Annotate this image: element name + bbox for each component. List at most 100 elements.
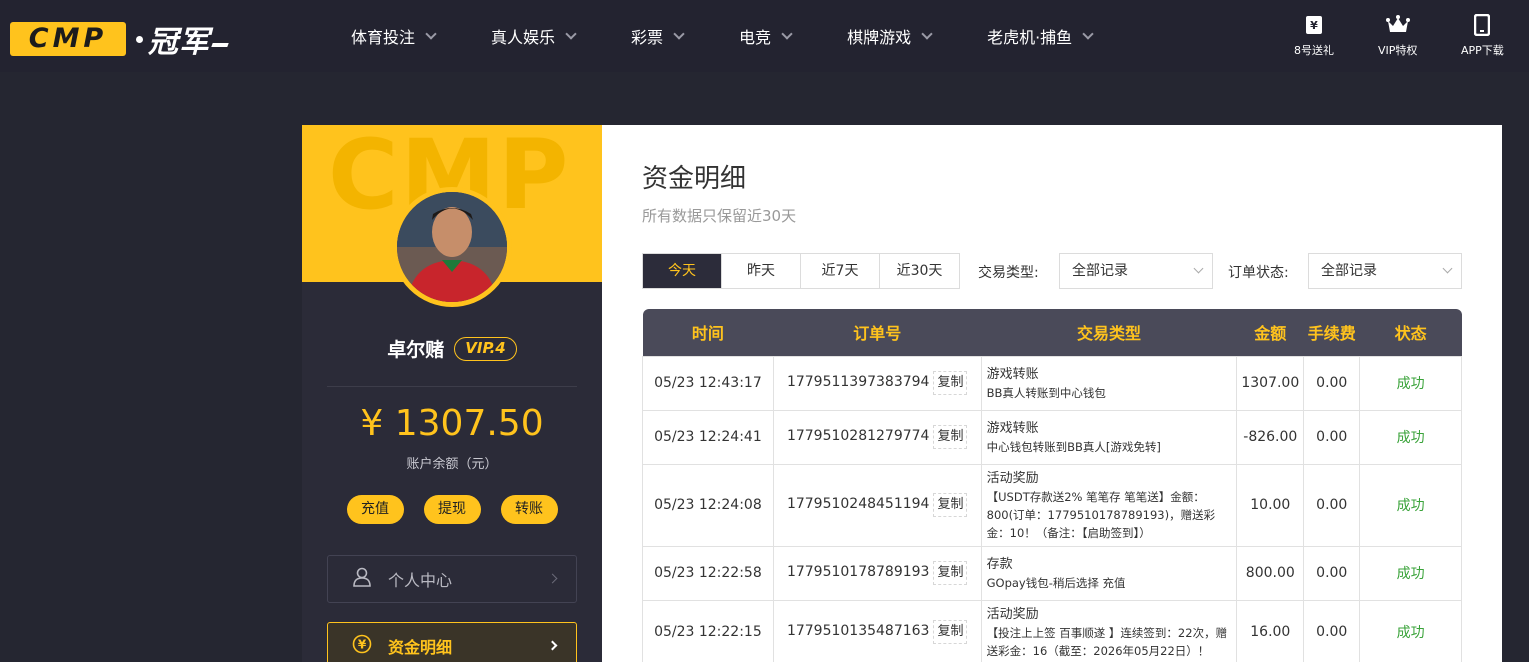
order-number: 1779511397383794 bbox=[786, 374, 930, 390]
cell-time: 05/23 12:22:15 bbox=[642, 599, 774, 662]
gift-8th-link[interactable]: ¥ 8号送礼 bbox=[1294, 14, 1334, 58]
cell-fee: 0.00 bbox=[1303, 599, 1361, 662]
logo-dot bbox=[136, 35, 143, 43]
cell-time: 05/23 12:43:17 bbox=[642, 355, 774, 411]
username-row: 卓尔赌 VIP.4 bbox=[302, 335, 602, 362]
table-row: 05/23 12:22:58 1779510178789193 复制 存款 GOpa… bbox=[642, 545, 1462, 601]
logo-dash bbox=[211, 43, 229, 47]
table-row: 05/23 12:24:41 1779510281279774 复制 游戏转账中心… bbox=[642, 409, 1462, 465]
cell-type: 游戏转账 BB真人转账到中心钱包 bbox=[980, 355, 1238, 411]
svg-text:¥: ¥ bbox=[1310, 19, 1318, 32]
quick-label: APP下载 bbox=[1461, 44, 1504, 57]
logo-chinese-name: 冠军 bbox=[148, 25, 210, 60]
deposit-button[interactable]: 充值 bbox=[346, 495, 404, 524]
wallet-actions: 充值 提现 转账 bbox=[302, 495, 602, 524]
nav-live-casino[interactable]: 真人娱乐 bbox=[491, 24, 577, 48]
nav-slots-fishing[interactable]: 老虎机·捕鱼 bbox=[987, 24, 1094, 48]
table-row: 05/23 12:24:08 1779510248451194 复制 活动奖励 【U… bbox=[642, 463, 1462, 547]
nav-label: 真人娱乐 bbox=[491, 28, 556, 47]
avatar-image bbox=[397, 192, 507, 302]
fund-details-panel: 资金明细 所有数据只保留近30天 今天 昨天 近7天 近30天 交易类型: 全部… bbox=[602, 125, 1502, 662]
column-header-amount: 金额 bbox=[1236, 309, 1304, 356]
order-status-label: 订单状态: bbox=[1228, 265, 1289, 281]
nav-label: 棋牌游戏 bbox=[847, 28, 912, 47]
nav-lottery[interactable]: 彩票 bbox=[631, 24, 685, 48]
cell-time: 05/23 12:24:41 bbox=[642, 409, 774, 465]
chevron-right-icon bbox=[547, 573, 558, 584]
quick-label: 8号送礼 bbox=[1294, 44, 1334, 57]
cell-status: 成功 bbox=[1359, 463, 1462, 547]
gift-ticket-icon: ¥ bbox=[1305, 14, 1323, 36]
logo-badge: CMP bbox=[10, 22, 126, 56]
type-title: 存款 bbox=[986, 556, 1013, 572]
cell-type: 游戏转账中心钱包转账到BB真人[游戏免转] bbox=[980, 409, 1238, 465]
phone-icon bbox=[1474, 14, 1491, 36]
sidebar-item-fund-details[interactable]: ¥ 资金明细 bbox=[327, 622, 577, 662]
copy-button[interactable]: 复制 bbox=[933, 425, 968, 449]
cell-type: 存款 GOpay钱包-稍后选择 充值 bbox=[980, 545, 1238, 601]
column-header-order-no: 订单号 bbox=[773, 309, 982, 356]
transaction-type-select[interactable]: 全部记录 bbox=[1059, 253, 1213, 289]
cell-fee: 0.00 bbox=[1303, 545, 1361, 601]
order-number: 1779510178789193 bbox=[786, 564, 930, 580]
cell-order: 1779510248451194 复制 bbox=[772, 463, 982, 547]
order-number: 1779510281279774 bbox=[786, 428, 930, 444]
chevron-down-icon bbox=[425, 27, 437, 40]
order-number: 1779510248451194 bbox=[786, 496, 930, 512]
select-value: 全部记录 bbox=[1321, 263, 1377, 279]
avatar[interactable] bbox=[392, 187, 512, 307]
order-status-select[interactable]: 全部记录 bbox=[1308, 253, 1462, 289]
copy-button[interactable]: 复制 bbox=[933, 493, 968, 517]
balance-label: 账户余额（元） bbox=[406, 457, 498, 472]
copy-button[interactable]: 复制 bbox=[933, 620, 968, 644]
cell-amount: 800.00 bbox=[1236, 545, 1305, 601]
cell-status: 成功 bbox=[1359, 545, 1462, 601]
type-title: 游戏转账 bbox=[986, 420, 1039, 436]
cell-amount: 10.00 bbox=[1236, 463, 1305, 547]
vip-badge: VIP.4 bbox=[454, 336, 517, 361]
type-detail: 【USDT存款送2% 笔笔存 笔笔送】金额：800(订单：17795101787… bbox=[986, 489, 1216, 540]
cell-order: 1779510135487163 复制 bbox=[772, 599, 982, 662]
username: 卓尔赌 bbox=[387, 339, 445, 361]
tab-today[interactable]: 今天 bbox=[643, 254, 722, 288]
type-detail: 中心钱包转账到BB真人[游戏免转] bbox=[986, 439, 1161, 454]
nav-label: 体育投注 bbox=[351, 28, 416, 47]
divider bbox=[327, 386, 577, 387]
copy-button[interactable]: 复制 bbox=[933, 371, 968, 395]
copy-button[interactable]: 复制 bbox=[933, 561, 968, 585]
nav-sports[interactable]: 体育投注 bbox=[351, 24, 437, 48]
site-logo[interactable]: CMP 冠军 bbox=[10, 17, 229, 61]
transfer-button[interactable]: 转账 bbox=[500, 495, 558, 524]
app-download-link[interactable]: APP下载 bbox=[1461, 14, 1504, 58]
table-row: 05/23 12:22:15 1779510135487163 复制 活动奖励 【投… bbox=[642, 599, 1462, 662]
cell-order: 1779510281279774 复制 bbox=[772, 409, 982, 465]
cell-status: 成功 bbox=[1359, 409, 1462, 465]
nav-esports[interactable]: 电竞 bbox=[739, 24, 793, 48]
sidebar-item-personal-center[interactable]: 个人中心 bbox=[327, 555, 577, 603]
nav-label: 老虎机·捕鱼 bbox=[987, 28, 1073, 47]
sidebar-item-label: 资金明细 bbox=[388, 638, 453, 657]
nav-label: 电竞 bbox=[739, 28, 772, 47]
chevron-down-icon bbox=[781, 27, 793, 40]
withdraw-button[interactable]: 提现 bbox=[423, 495, 481, 524]
fund-details-table: 时间 订单号 交易类型 金额 手续费 状态 05/23 12:43:17 177… bbox=[642, 309, 1462, 662]
chevron-down-icon bbox=[921, 27, 933, 40]
balance-amount: ¥ 1307.50 bbox=[360, 403, 544, 444]
vip-privilege-link[interactable]: VIP特权 bbox=[1378, 14, 1417, 58]
nav-card-games[interactable]: 棋牌游戏 bbox=[847, 24, 933, 48]
top-navbar: CMP 冠军 体育投注 真人娱乐 彩票 电竞 棋牌游戏 老虎机·捕鱼 ¥ 8号送… bbox=[0, 0, 1529, 72]
cell-fee: 0.00 bbox=[1303, 409, 1361, 465]
cell-amount: -826.00 bbox=[1236, 409, 1305, 465]
select-value: 全部记录 bbox=[1072, 263, 1128, 279]
main-nav: 体育投注 真人娱乐 彩票 电竞 棋牌游戏 老虎机·捕鱼 bbox=[351, 0, 1148, 72]
type-detail: GOpay钱包-稍后选择 充值 bbox=[986, 575, 1126, 590]
tab-last-7-days[interactable]: 近7天 bbox=[801, 254, 880, 288]
svg-text:¥: ¥ bbox=[358, 638, 367, 652]
user-icon bbox=[352, 567, 372, 591]
chevron-down-icon bbox=[1193, 263, 1204, 274]
tab-yesterday[interactable]: 昨天 bbox=[722, 254, 801, 288]
page-subtitle: 所有数据只保留近30天 bbox=[642, 207, 797, 225]
tab-last-30-days[interactable]: 近30天 bbox=[880, 254, 959, 288]
cell-order: 1779511397383794 复制 bbox=[772, 355, 982, 411]
cell-amount: 1307.00 bbox=[1236, 355, 1305, 411]
